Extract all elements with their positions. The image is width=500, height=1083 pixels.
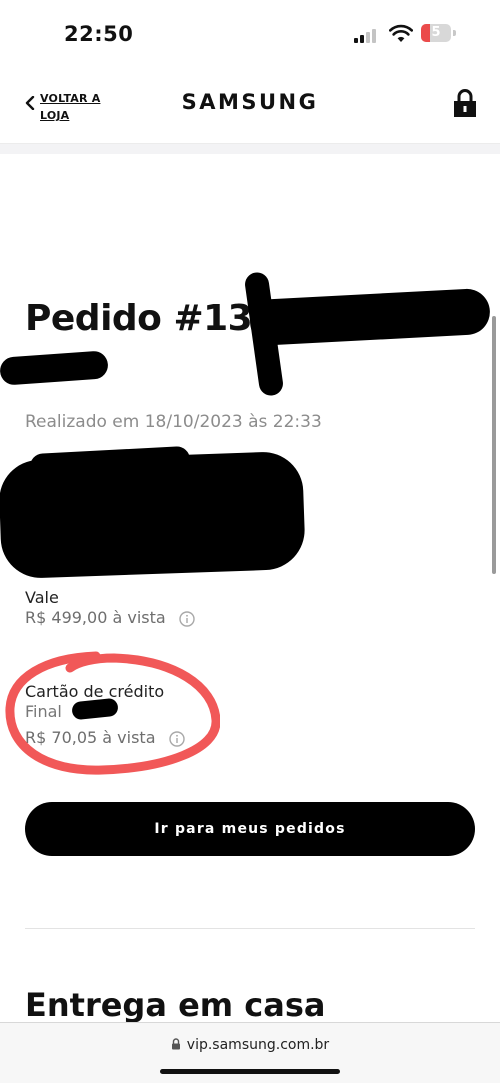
order-confirmation: Pedido #136 Realizado em 18/10/2023 às 2… [0,154,500,1022]
order-title: Pedido #136 [25,298,277,339]
secure-lock-icon [171,1038,180,1050]
info-icon[interactable] [179,610,195,627]
header-divider [0,144,500,154]
lock-icon[interactable] [453,88,477,118]
order-date: Realizado em 18/10/2023 às 22:33 [25,412,322,432]
site-header: VOLTAR A LOJA SAMSUNG [0,66,500,144]
go-to-orders-button[interactable]: Ir para meus pedidos [25,802,475,856]
status-time: 22:50 [64,22,134,46]
highlight-annotation [5,651,220,775]
home-indicator[interactable] [160,1069,340,1074]
url-text: vip.samsung.com.br [186,1037,330,1053]
status-bar: 22:50 5 [0,0,500,66]
payment-voucher-amount: R$ 499,00 à vista [25,608,166,627]
delivery-section-title: Entrega em casa [25,986,326,1022]
section-divider [25,928,475,929]
browser-url-bar[interactable]: vip.samsung.com.br [0,1022,500,1083]
wifi-icon [389,24,413,42]
payment-voucher-label: Vale [25,588,59,607]
redacted-customer-name [0,350,109,386]
payment-voucher: Vale R$ 499,00 à vista [25,588,195,628]
cellular-signal-icon [354,27,380,43]
scrollbar[interactable] [492,316,496,574]
battery-level: 5 [431,25,441,40]
redacted-order-number [248,287,492,347]
samsung-logo[interactable]: SAMSUNG [0,90,500,114]
battery-icon: 5 [421,24,451,42]
